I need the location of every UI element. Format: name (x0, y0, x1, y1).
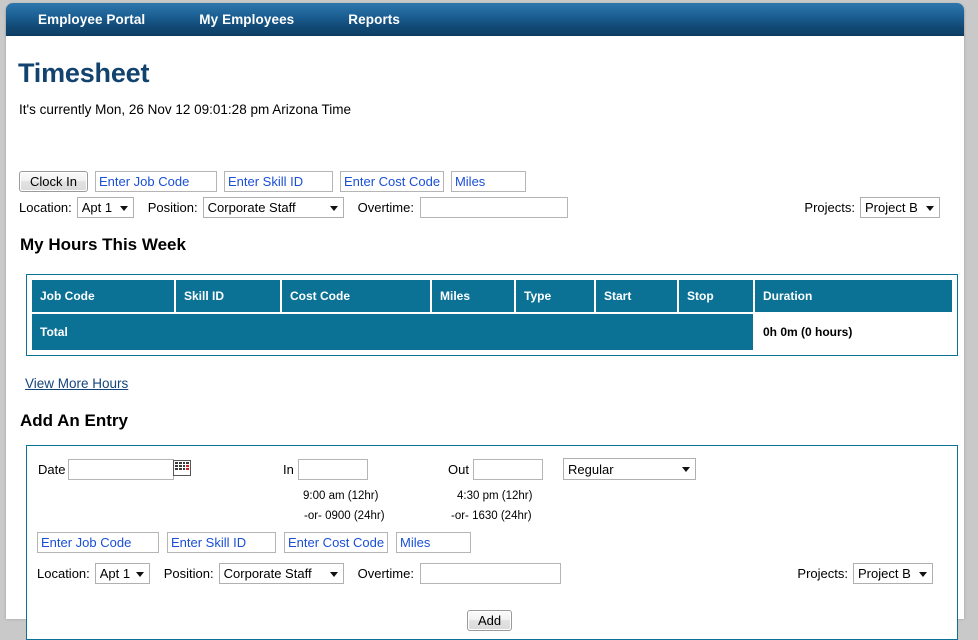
entry-projects-select[interactable]: Project B (853, 563, 933, 584)
entry-projects-label: Projects: (797, 566, 848, 581)
time-in-label: In (283, 462, 294, 477)
current-time-status: It's currently Mon, 26 Nov 12 09:01:28 p… (19, 102, 351, 117)
entry-overtime-label: Overtime: (357, 566, 414, 581)
entry-cost-code-input[interactable] (284, 532, 388, 553)
entry-type-select-wrapper[interactable]: Regular (563, 458, 696, 480)
page-root: Employee Portal My Employees Reports Tim… (0, 0, 978, 640)
column-header-type: Type (516, 280, 594, 312)
nav-item-my-employees[interactable]: My Employees (183, 3, 310, 36)
entry-projects-select-wrapper[interactable]: Project B (853, 563, 933, 584)
calendar-cell (186, 462, 189, 464)
entry-location-label: Location: (37, 566, 90, 581)
column-header-job-code: Job Code (32, 280, 174, 312)
entry-overtime-input[interactable] (419, 563, 561, 584)
position-label: Position: (147, 200, 198, 215)
clock-in-button[interactable]: Clock In (19, 171, 88, 192)
entry-position-select[interactable]: Corporate Staff (218, 563, 344, 584)
calendar-cell (182, 468, 186, 470)
content-sheet: Timesheet It's currently Mon, 26 Nov 12 … (6, 36, 964, 640)
column-header-stop: Stop (679, 280, 753, 312)
calendar-cell (175, 468, 178, 470)
overtime-input[interactable] (419, 197, 568, 218)
hours-table-head: Job Code Skill ID Cost Code Miles Type S… (32, 280, 952, 312)
clock-skill-id-input[interactable] (223, 171, 333, 192)
nav-item-employee-portal[interactable]: Employee Portal (22, 3, 161, 36)
nav-item-reports[interactable]: Reports (332, 3, 416, 36)
calendar-cell (178, 465, 182, 467)
clock-cost-code-input[interactable] (339, 171, 444, 192)
projects-select[interactable]: Project B (860, 197, 940, 218)
calendar-icon-grid (174, 461, 190, 471)
calendar-cell (175, 462, 178, 464)
entry-location-select-wrapper[interactable]: Apt 1 (94, 563, 150, 584)
time-out-hint-24hr: -or- 1630 (24hr) (451, 510, 532, 522)
entry-options-row: Location: Apt 1 Position: Corporate Staf… (37, 563, 947, 584)
add-entry-heading: Add An Entry (20, 411, 128, 430)
time-out-hint-12hr: 4:30 pm (12hr) (457, 490, 533, 502)
entry-skill-id-input[interactable] (167, 532, 276, 553)
location-select[interactable]: Apt 1 (76, 197, 134, 218)
time-out-input[interactable] (473, 459, 543, 480)
nav-item-label: Reports (348, 12, 401, 27)
total-label-cell: Total (32, 314, 753, 350)
time-in-input[interactable] (298, 459, 368, 480)
entry-miles-input[interactable] (396, 532, 471, 553)
column-header-miles: Miles (432, 280, 514, 312)
date-label: Date (38, 462, 66, 477)
time-in-hint-24hr: -or- 0900 (24hr) (304, 510, 385, 522)
entry-location-select[interactable]: Apt 1 (94, 563, 150, 584)
page-title: Timesheet (18, 58, 150, 88)
entry-position-select-wrapper[interactable]: Corporate Staff (218, 563, 344, 584)
time-in-hint-12hr: 9:00 am (12hr) (303, 490, 379, 502)
location-select-wrapper[interactable]: Apt 1 (76, 197, 134, 218)
add-entry-button[interactable]: Add (467, 610, 513, 631)
calendar-cell-highlight (186, 465, 189, 467)
nav-item-list: Employee Portal My Employees Reports (6, 3, 416, 36)
calendar-icon[interactable] (173, 460, 191, 476)
hours-table-container: Job Code Skill ID Cost Code Miles Type S… (26, 274, 958, 356)
location-label: Location: (19, 200, 72, 215)
my-hours-heading: My Hours This Week (20, 235, 186, 254)
entry-position-label: Position: (163, 566, 214, 581)
hours-table-body: Total 0h 0m (0 hours) (32, 314, 952, 350)
column-header-duration: Duration (755, 280, 952, 312)
total-duration-cell: 0h 0m (0 hours) (755, 314, 952, 350)
clock-options-row: Location: Apt 1 Position: Corporate Staf… (19, 197, 949, 218)
entry-type-select[interactable]: Regular (563, 458, 696, 480)
calendar-cell (178, 468, 182, 470)
time-out-label: Out (448, 462, 469, 477)
calendar-cell-highlight (186, 468, 189, 470)
position-select-wrapper[interactable]: Corporate Staff (202, 197, 344, 218)
projects-label: Projects: (804, 200, 855, 215)
top-navigation-bar: Employee Portal My Employees Reports (6, 3, 964, 36)
column-header-skill-id: Skill ID (176, 280, 280, 312)
view-more-hours-link[interactable]: View More Hours (25, 376, 128, 391)
hours-table: Job Code Skill ID Cost Code Miles Type S… (30, 278, 954, 352)
hours-header-row: Job Code Skill ID Cost Code Miles Type S… (32, 280, 952, 312)
projects-select-wrapper[interactable]: Project B (860, 197, 940, 218)
calendar-cell (175, 465, 178, 467)
nav-item-label: Employee Portal (38, 12, 146, 27)
clock-job-code-input[interactable] (94, 171, 217, 192)
date-input[interactable] (68, 459, 174, 480)
add-entry-panel: Date In Out Regular 9:00 am (12hr) -or- … (26, 445, 958, 640)
calendar-cell (178, 462, 182, 464)
hours-total-row: Total 0h 0m (0 hours) (32, 314, 952, 350)
entry-job-code-input[interactable] (37, 532, 159, 553)
overtime-label: Overtime: (357, 200, 414, 215)
column-header-cost-code: Cost Code (282, 280, 430, 312)
calendar-cell (182, 465, 186, 467)
column-header-start: Start (596, 280, 677, 312)
position-select[interactable]: Corporate Staff (202, 197, 344, 218)
nav-item-label: My Employees (199, 12, 295, 27)
entry-codes-row (37, 532, 479, 553)
calendar-cell (182, 462, 186, 464)
clock-in-row: Clock In (19, 171, 533, 192)
clock-miles-input[interactable] (450, 171, 526, 192)
